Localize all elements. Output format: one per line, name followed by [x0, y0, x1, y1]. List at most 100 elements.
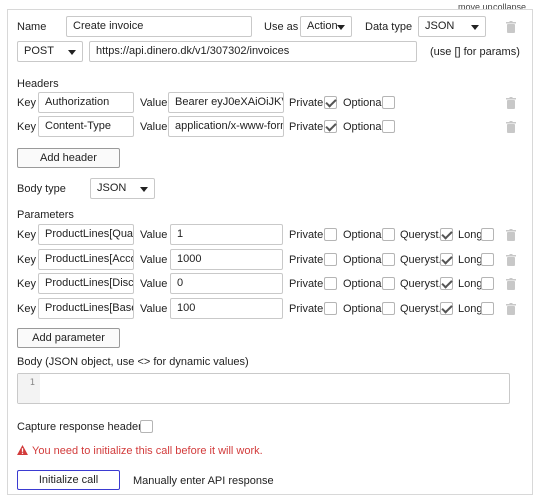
param-key-label: Key	[17, 303, 36, 315]
param-value-input[interactable]: 1000	[170, 249, 283, 270]
method-value: POST	[24, 45, 54, 57]
trash-icon[interactable]	[506, 254, 516, 266]
initialize-call-button[interactable]: Initialize call	[17, 470, 120, 490]
long-label: Long	[458, 278, 483, 290]
capture-headers-label: Capture response headers	[17, 421, 148, 433]
long-label: Long	[458, 229, 483, 241]
param-key-input[interactable]: ProductLines[Accoun	[38, 249, 134, 270]
header-key-input[interactable]: Content-Type	[38, 116, 134, 137]
long-label: Long	[458, 254, 483, 266]
private-checkbox[interactable]	[324, 120, 337, 133]
header-key-input[interactable]: Authorization	[38, 92, 134, 113]
param-value-input[interactable]: 100	[170, 298, 283, 319]
querystring-checkbox[interactable]	[440, 302, 453, 315]
querystring-checkbox[interactable]	[440, 253, 453, 266]
private-checkbox[interactable]	[324, 96, 337, 109]
private-label: Private	[289, 97, 324, 109]
trash-icon[interactable]	[506, 229, 516, 241]
param-value-label: Value	[140, 229, 168, 241]
warning-icon	[17, 445, 28, 455]
private-label: Private	[289, 254, 324, 266]
optional-label: Optional	[343, 303, 384, 315]
param-value-label: Value	[140, 278, 168, 290]
header-value-input[interactable]: application/x-www-form-	[168, 116, 284, 137]
optional-label: Optional	[343, 229, 384, 241]
header-key-label: Key	[17, 97, 36, 109]
private-checkbox[interactable]	[324, 302, 337, 315]
querystring-label: Queryst.	[400, 229, 442, 241]
querystring-label: Queryst.	[400, 254, 442, 266]
url-hint: (use [] for params)	[430, 46, 520, 58]
private-checkbox[interactable]	[324, 277, 337, 290]
trash-icon[interactable]	[506, 121, 516, 133]
name-input[interactable]: Create invoice	[66, 16, 252, 37]
long-checkbox[interactable]	[481, 228, 494, 241]
name-label: Name	[17, 21, 47, 33]
optional-label: Optional	[343, 121, 384, 133]
param-key-input[interactable]: ProductLines[BaseAr	[38, 298, 134, 319]
optional-label: Optional	[343, 97, 384, 109]
chevron-down-icon	[68, 50, 76, 55]
optional-checkbox[interactable]	[382, 96, 395, 109]
param-key-label: Key	[17, 278, 36, 290]
querystring-label: Queryst.	[400, 278, 442, 290]
trash-icon[interactable]	[506, 21, 516, 33]
body-type-select[interactable]: JSON	[90, 178, 155, 199]
trash-icon[interactable]	[506, 97, 516, 109]
param-key-input[interactable]: ProductLines[Discou	[38, 273, 134, 294]
parameters-title: Parameters	[17, 209, 74, 221]
use-as-label: Use as	[264, 21, 299, 33]
manual-response-link[interactable]: Manually enter API response	[133, 475, 274, 487]
use-as-value: Action	[307, 20, 338, 32]
line-number: 1	[18, 374, 40, 403]
param-value-input[interactable]: 1	[170, 224, 283, 245]
data-type-select[interactable]: JSON	[418, 16, 486, 37]
header-value-label: Value	[140, 121, 168, 133]
header-value-label: Value	[140, 97, 168, 109]
param-key-input[interactable]: ProductLines[Quanti	[38, 224, 134, 245]
optional-label: Optional	[343, 278, 384, 290]
private-checkbox[interactable]	[324, 228, 337, 241]
long-checkbox[interactable]	[481, 302, 494, 315]
private-label: Private	[289, 229, 324, 241]
long-checkbox[interactable]	[481, 277, 494, 290]
url-input[interactable]: https://api.dinero.dk/v1/307302/invoices	[89, 41, 417, 62]
optional-checkbox[interactable]	[382, 253, 395, 266]
param-value-input[interactable]: 0	[170, 273, 283, 294]
use-as-select[interactable]: Action	[300, 16, 352, 37]
chevron-down-icon	[140, 187, 148, 192]
param-key-label: Key	[17, 254, 36, 266]
querystring-checkbox[interactable]	[440, 228, 453, 241]
body-editor[interactable]: 1	[17, 373, 510, 404]
trash-icon[interactable]	[506, 303, 516, 315]
optional-checkbox[interactable]	[382, 302, 395, 315]
param-value-label: Value	[140, 254, 168, 266]
data-type-value: JSON	[425, 20, 455, 32]
capture-headers-checkbox[interactable]	[140, 420, 153, 433]
header-value-input[interactable]: Bearer eyJ0eXAiOiJKV1QiL	[168, 92, 284, 113]
private-checkbox[interactable]	[324, 253, 337, 266]
warning-text: You need to initialize this call before …	[32, 445, 263, 457]
chevron-down-icon	[337, 25, 345, 30]
param-value-label: Value	[140, 303, 168, 315]
optional-label: Optional	[343, 254, 384, 266]
querystring-label: Queryst.	[400, 303, 442, 315]
data-type-label: Data type	[365, 21, 413, 33]
private-label: Private	[289, 278, 324, 290]
add-parameter-button[interactable]: Add parameter	[17, 328, 120, 348]
param-key-label: Key	[17, 229, 36, 241]
chevron-down-icon	[471, 25, 479, 30]
method-select[interactable]: POST	[17, 41, 83, 62]
add-header-button[interactable]: Add header	[17, 148, 120, 168]
headers-title: Headers	[17, 78, 59, 90]
header-key-label: Key	[17, 121, 36, 133]
body-type-label: Body type	[17, 183, 66, 195]
querystring-checkbox[interactable]	[440, 277, 453, 290]
optional-checkbox[interactable]	[382, 120, 395, 133]
optional-checkbox[interactable]	[382, 277, 395, 290]
optional-checkbox[interactable]	[382, 228, 395, 241]
trash-icon[interactable]	[506, 278, 516, 290]
long-checkbox[interactable]	[481, 253, 494, 266]
private-label: Private	[289, 121, 324, 133]
long-label: Long	[458, 303, 483, 315]
